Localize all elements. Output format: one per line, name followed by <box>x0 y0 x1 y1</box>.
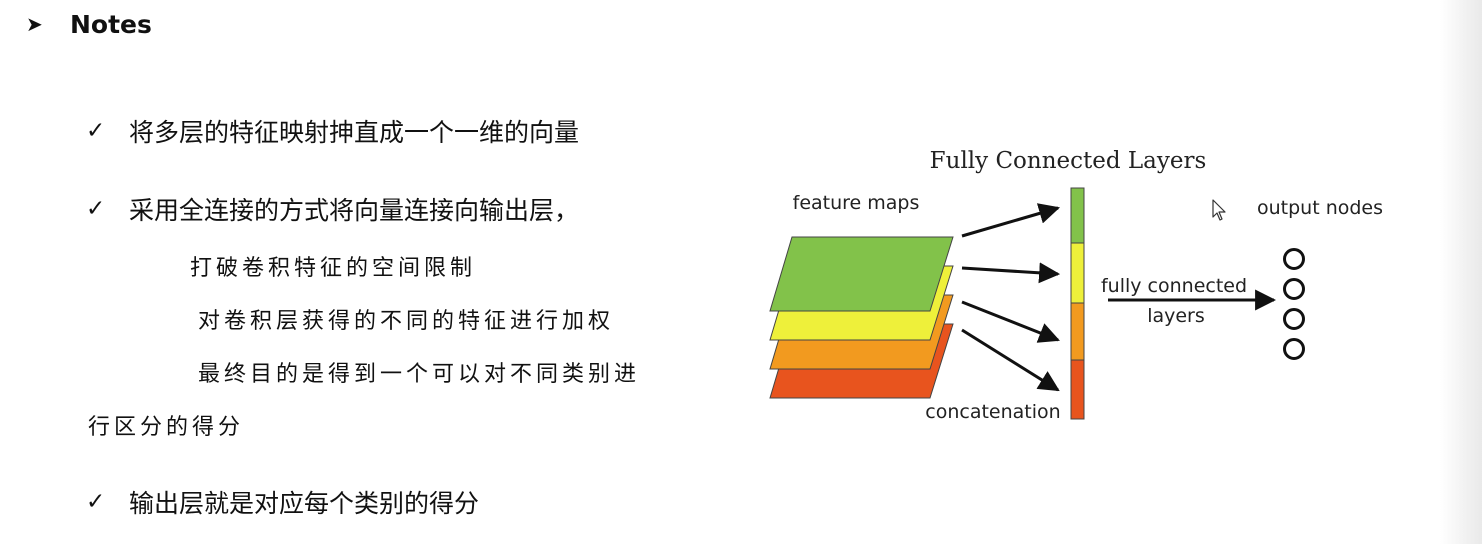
right-edge-shadow <box>1440 0 1482 544</box>
arrow-red <box>961 328 1060 392</box>
fc-label-line2: layers <box>1147 305 1205 327</box>
bullet-item-2: ✓ 采用全连接的方式将向量连接向输出层， <box>86 190 579 228</box>
fc-label-line1: fully connected <box>1101 275 1247 297</box>
sub-line-3: 最终目的是得到一个可以对不同类别进 <box>198 362 641 387</box>
bullet-text: 输出层就是对应每个类别的得分 <box>129 489 480 518</box>
vector-segment-green <box>1070 187 1085 244</box>
vector-segment-red <box>1070 359 1085 420</box>
bullet-text: 将多层的特征映射抻直成一个一维的向量 <box>129 118 580 147</box>
sub-line-2: 对卷积层获得的不同的特征进行加权 <box>198 309 615 334</box>
bullet-item-3: ✓ 输出层就是对应每个类别的得分 <box>86 483 479 521</box>
output-node <box>1283 278 1305 300</box>
output-nodes-label: output nodes <box>1257 197 1383 219</box>
check-icon: ✓ <box>86 118 106 144</box>
arrow-yellow <box>961 262 1061 284</box>
output-node <box>1283 308 1305 330</box>
page-title: Notes <box>70 9 152 39</box>
arrowhead-icon: ➤ <box>26 12 43 36</box>
feature-maps-label: feature maps <box>793 192 920 214</box>
sub-line-4: 行区分的得分 <box>88 415 245 440</box>
concatenation-label: concatenation <box>925 401 1060 423</box>
notes-heading: ➤ Notes <box>26 6 152 42</box>
feature-map-layer-green <box>769 236 954 312</box>
output-node <box>1283 248 1305 270</box>
bullet-item-1: ✓ 将多层的特征映射抻直成一个一维的向量 <box>86 112 579 150</box>
fully-connected-diagram: Fully Connected Layers feature maps conc… <box>769 148 1383 423</box>
mouse-cursor-icon <box>1212 199 1226 221</box>
vector-segment-yellow <box>1070 242 1085 304</box>
arrow-green <box>961 203 1061 238</box>
sub-line-1: 打破卷积特征的空间限制 <box>190 256 477 281</box>
check-icon: ✓ <box>86 196 106 222</box>
arrow-orange <box>961 300 1060 343</box>
bullet-text: 采用全连接的方式将向量连接向输出层， <box>129 196 580 225</box>
check-icon: ✓ <box>86 489 106 515</box>
vector-segment-orange <box>1070 302 1085 361</box>
output-node <box>1283 338 1305 360</box>
diagram-title: Fully Connected Layers <box>930 148 1207 174</box>
